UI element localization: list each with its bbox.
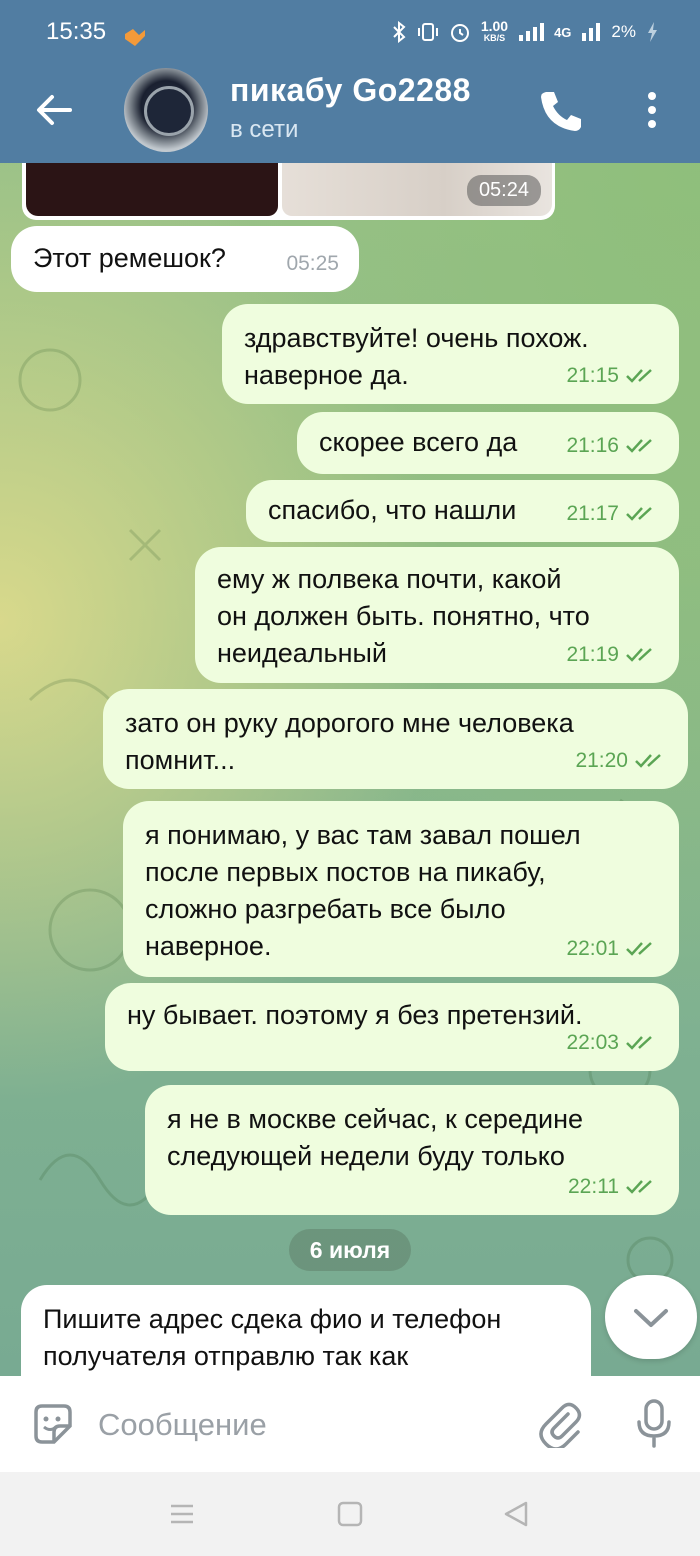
message-text: Пишите адрес сдека фио и телефон получат…: [43, 1304, 502, 1371]
message-text: скорее всего да: [319, 427, 518, 457]
app-notification-icon: [125, 29, 145, 46]
network-type: 4G: [554, 24, 572, 40]
message-bubble[interactable]: Этот ремешок? 05:25: [11, 226, 359, 292]
signal-icon-2: [582, 23, 601, 41]
message-bubble[interactable]: здравствуйте! очень похож. наверное да. …: [222, 304, 679, 404]
sticker-icon[interactable]: [30, 1402, 76, 1448]
message-meta: 21:15: [566, 357, 659, 394]
message-composer: [0, 1376, 700, 1472]
message-bubble[interactable]: я понимаю, у вас там завал пошел после п…: [123, 801, 679, 977]
message-input[interactable]: [96, 1398, 520, 1452]
system-nav-bar: [0, 1472, 700, 1556]
media-time: 05:24: [466, 175, 541, 206]
double-check-icon: [626, 506, 652, 521]
net-speed-unit: KB/S: [483, 33, 506, 43]
message-text: Этот ремешок?: [33, 243, 226, 273]
chevron-down-icon: [634, 1309, 668, 1327]
message-text: я понимаю, у вас там завал пошел после п…: [145, 820, 581, 961]
double-check-icon: [626, 1179, 652, 1194]
message-time: 05:25: [286, 252, 339, 275]
message-time: 21:20: [575, 749, 628, 772]
message-bubble[interactable]: скорее всего да 21:16: [297, 412, 679, 474]
vibrate-icon: [417, 23, 438, 41]
message-meta: 21:20: [575, 742, 668, 779]
message-time: 22:01: [566, 937, 619, 960]
charging-icon: [648, 22, 657, 42]
net-speed-value: 1.00: [480, 18, 509, 34]
double-check-icon: [626, 368, 652, 383]
message-time: 22:03: [566, 1031, 619, 1054]
message-bubble[interactable]: ему ж полвека почти, какой он должен быт…: [195, 547, 679, 683]
message-text: здравствуйте! очень похож. наверное да.: [244, 323, 589, 390]
message-bubble[interactable]: ну бывает. поэтому я без претензий. 22:0…: [105, 983, 679, 1071]
home-icon[interactable]: [336, 1500, 364, 1528]
chat-header: 15:35 1.00 KB/S 4G 2% пикабу Go2288 в се…: [0, 0, 700, 163]
message-text: ну бывает. поэтому я без претензий.: [127, 1000, 583, 1030]
message-meta: 22:03: [566, 1024, 659, 1061]
date-divider: 6 июля: [289, 1229, 411, 1271]
message-bubble[interactable]: спасибо, что нашли 21:17: [246, 480, 679, 542]
arrow-left-icon[interactable]: [34, 90, 74, 130]
message-meta: 21:19: [566, 636, 659, 673]
message-meta: 05:25: [286, 245, 339, 282]
alarm-icon: [450, 24, 469, 42]
chat-status: в сети: [230, 116, 299, 143]
message-meta: 22:01: [566, 930, 659, 967]
net-speed: 1.00 KB/S: [480, 18, 509, 44]
message-bubble[interactable]: зато он руку дорогого мне человека помни…: [103, 689, 688, 789]
status-time: 15:35: [46, 18, 107, 45]
message-meta: 22:11: [568, 1168, 659, 1205]
microphone-icon[interactable]: [634, 1398, 674, 1450]
message-bubble[interactable]: я не в москве сейчас, к середине следующ…: [145, 1085, 679, 1215]
double-check-icon: [635, 753, 661, 768]
bluetooth-icon: [393, 21, 406, 43]
message-time: 22:11: [568, 1175, 619, 1198]
menu-icon[interactable]: [168, 1500, 196, 1528]
dots-vertical-icon[interactable]: [642, 88, 662, 132]
avatar[interactable]: [124, 68, 208, 152]
battery-level: 2%: [611, 22, 636, 41]
signal-icon: [519, 23, 545, 41]
double-check-icon: [626, 438, 652, 453]
phone-icon[interactable]: [538, 88, 582, 132]
double-check-icon: [626, 647, 652, 662]
message-time: 21:15: [566, 364, 619, 387]
message-meta: 21:17: [566, 495, 659, 532]
message-time: 21:19: [566, 643, 619, 666]
message-time: 21:17: [566, 502, 619, 525]
message-text: зато он руку дорогого мне человека помни…: [125, 708, 574, 775]
double-check-icon: [626, 941, 652, 956]
scroll-down-button[interactable]: [605, 1275, 697, 1359]
message-text: спасибо, что нашли: [268, 495, 517, 525]
back-nav-icon[interactable]: [502, 1500, 530, 1528]
chat-title[interactable]: пикабу Go2288: [230, 72, 471, 109]
status-icons: 1.00 KB/S 4G 2%: [391, 18, 658, 44]
double-check-icon: [626, 1035, 652, 1050]
paperclip-icon[interactable]: [538, 1402, 584, 1448]
message-meta: 21:16: [566, 427, 659, 464]
message-text: ему ж полвека почти, какой он должен быт…: [217, 564, 590, 668]
message-text: я не в москве сейчас, к середине следующ…: [167, 1104, 584, 1171]
message-time: 21:16: [566, 434, 619, 457]
